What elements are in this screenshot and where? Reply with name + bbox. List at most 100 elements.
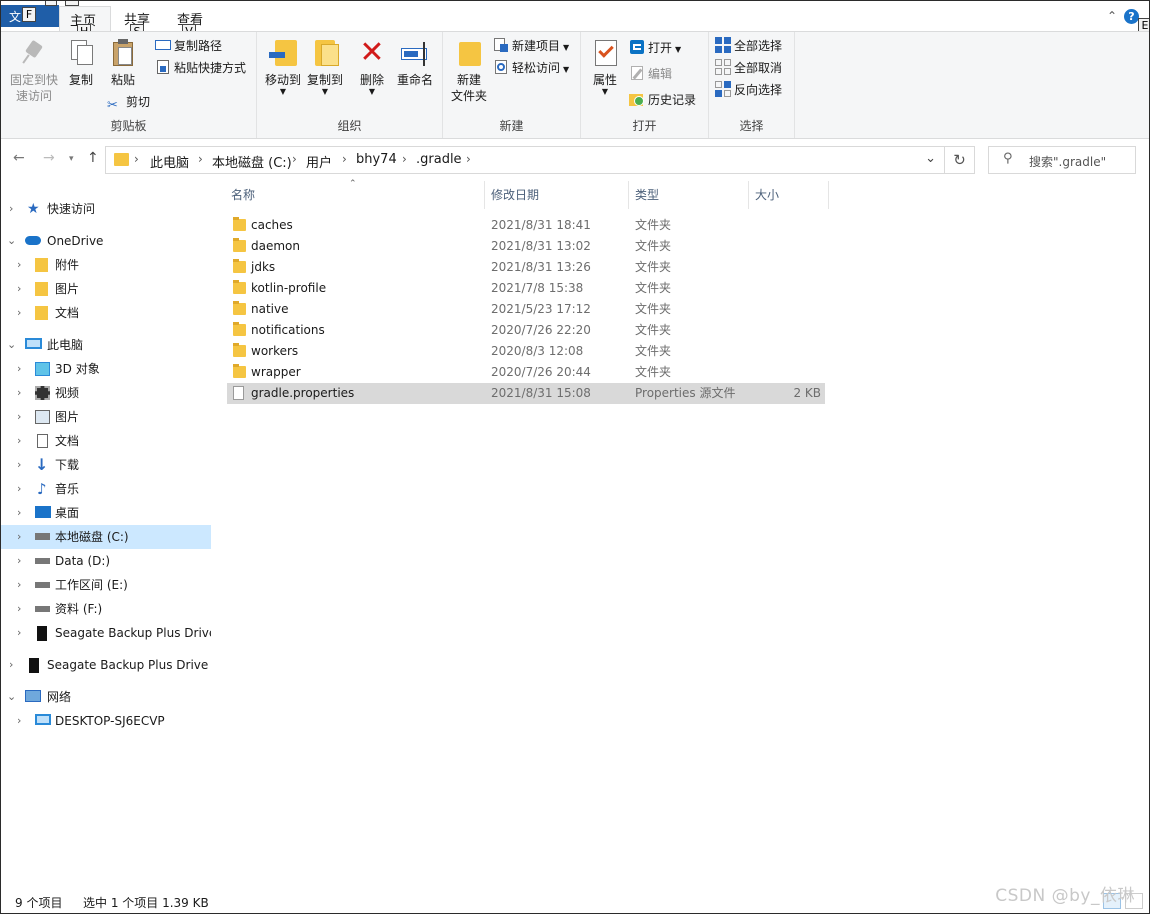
nav-item-od-attachments[interactable]: › 附件 (1, 253, 211, 277)
nav-item-drive-f[interactable]: › 资料 (F:) (1, 597, 211, 621)
select-all-button[interactable]: 全部选择 (715, 36, 782, 56)
expand-chevron-icon[interactable]: › (17, 429, 21, 453)
breadcrumb-users[interactable]: 用户 (306, 152, 332, 171)
select-none-button[interactable]: 全部取消 (715, 58, 782, 78)
refresh-icon[interactable]: ↻ (945, 146, 975, 174)
collapse-chevron-icon[interactable]: ⌄ (7, 685, 16, 709)
expand-chevron-icon[interactable]: › (9, 653, 13, 677)
expand-chevron-icon[interactable]: › (17, 253, 21, 277)
table-row[interactable]: native 2021/5/23 17:12 文件夹 (227, 299, 825, 320)
address-history-dropdown-icon[interactable]: ⌄ (925, 151, 936, 166)
group-label-organize: 组织 (337, 119, 362, 133)
expand-chevron-icon[interactable]: › (17, 477, 21, 501)
table-row-selected[interactable]: gradle.properties 2021/8/31 15:08 Proper… (227, 383, 825, 404)
breadcrumb-chevron-icon[interactable]: › (466, 152, 471, 166)
breadcrumb-chevron-icon[interactable]: › (402, 152, 407, 166)
breadcrumb-user[interactable]: bhy74 (356, 152, 397, 167)
expand-chevron-icon[interactable]: › (17, 405, 21, 429)
breadcrumb-chevron-icon[interactable]: › (198, 152, 203, 166)
cut-button[interactable]: ✂ 剪切 (107, 92, 150, 113)
nav-item-seagate-1[interactable]: › Seagate Backup Plus Drive (1, 621, 211, 645)
invert-selection-button[interactable]: 反向选择 (715, 80, 782, 100)
copy-to-button[interactable]: 复制到 ▼ (303, 38, 347, 96)
nav-item-videos[interactable]: › 视频 (1, 381, 211, 405)
file-date: 2020/7/26 20:44 (491, 365, 591, 379)
column-header-name[interactable]: 名称 (225, 181, 485, 209)
edit-button[interactable]: 编辑 (629, 64, 672, 84)
expand-chevron-icon[interactable]: › (17, 381, 21, 405)
copy-button[interactable]: 复制 (63, 38, 99, 88)
table-row[interactable]: caches 2021/8/31 18:41 文件夹 (227, 215, 825, 236)
breadcrumb-chevron-icon[interactable]: › (292, 152, 297, 166)
nav-item-documents[interactable]: › 文档 (1, 429, 211, 453)
nav-item-onedrive[interactable]: ⌄ OneDrive (1, 229, 211, 253)
search-box[interactable]: ⚲ 搜索".gradle" (988, 146, 1136, 174)
expand-chevron-icon[interactable]: › (17, 709, 21, 733)
pin-quick-access-button[interactable]: 固定到快 速访问 (7, 38, 61, 104)
expand-chevron-icon[interactable]: › (17, 573, 21, 597)
expand-chevron-icon[interactable]: › (17, 301, 21, 325)
expand-chevron-icon[interactable]: › (9, 197, 13, 221)
rename-button[interactable]: 重命名 (393, 38, 437, 88)
nav-item-drive-d[interactable]: › Data (D:) (1, 549, 211, 573)
expand-chevron-icon[interactable]: › (17, 525, 21, 549)
column-header-type[interactable]: 类型 (629, 181, 749, 209)
nav-item-network[interactable]: ⌄ 网络 (1, 685, 211, 709)
table-row[interactable]: wrapper 2020/7/26 20:44 文件夹 (227, 362, 825, 383)
table-row[interactable]: notifications 2020/7/26 22:20 文件夹 (227, 320, 825, 341)
collapse-chevron-icon[interactable]: ⌄ (7, 229, 16, 253)
nav-item-drive-c[interactable]: › 本地磁盘 (C:) (1, 525, 211, 549)
copy-path-button[interactable]: 复制路径 (155, 36, 222, 56)
nav-item-od-documents[interactable]: › 文档 (1, 301, 211, 325)
help-icon[interactable]: ? (1124, 9, 1139, 24)
collapse-ribbon-icon[interactable]: ⌃ (1107, 9, 1117, 23)
expand-chevron-icon[interactable]: › (17, 597, 21, 621)
breadcrumb-drive-c[interactable]: 本地磁盘 (C:) (212, 152, 292, 171)
history-button[interactable]: 历史记录 (629, 90, 696, 110)
nav-item-this-pc[interactable]: ⌄ 此电脑 (1, 333, 211, 357)
paste-button[interactable]: 粘贴 (105, 38, 141, 88)
breadcrumb-chevron-icon[interactable]: › (342, 152, 347, 166)
up-arrow-icon[interactable]: ↑ (87, 150, 99, 166)
back-arrow-icon[interactable]: ← (13, 150, 25, 166)
new-item-button[interactable]: 新建项目 ▼ (493, 36, 569, 56)
properties-button[interactable]: 属性 ▼ (587, 38, 623, 96)
expand-chevron-icon[interactable]: › (17, 501, 21, 525)
column-header-date[interactable]: 修改日期 (485, 181, 629, 209)
folder-icon (233, 364, 246, 378)
delete-button[interactable]: ✕ 删除 ▼ (355, 38, 389, 96)
nav-item-desktop-pc[interactable]: › DESKTOP-SJ6ECVP (1, 709, 211, 733)
nav-item-quick-access[interactable]: › ★ 快速访问 (1, 197, 211, 221)
address-bar[interactable]: › 此电脑 › 本地磁盘 (C:) › 用户 › bhy74 › .gradle… (105, 146, 945, 174)
nav-item-pictures[interactable]: › 图片 (1, 405, 211, 429)
nav-item-drive-e[interactable]: › 工作区间 (E:) (1, 573, 211, 597)
collapse-chevron-icon[interactable]: ⌄ (7, 333, 16, 357)
expand-chevron-icon[interactable]: › (17, 621, 21, 645)
table-row[interactable]: workers 2020/8/3 12:08 文件夹 (227, 341, 825, 362)
breadcrumb-this-pc[interactable]: 此电脑 (150, 152, 189, 171)
forward-arrow-icon[interactable]: → (43, 150, 55, 166)
nav-item-downloads[interactable]: › ↓ 下载 (1, 453, 211, 477)
move-to-button[interactable]: 移动到 ▼ (261, 38, 305, 96)
easy-access-button[interactable]: 轻松访问 ▼ (493, 58, 569, 78)
table-row[interactable]: jdks 2021/8/31 13:26 文件夹 (227, 257, 825, 278)
expand-chevron-icon[interactable]: › (17, 277, 21, 301)
breadcrumb-gradle[interactable]: .gradle (416, 152, 462, 167)
table-row[interactable]: daemon 2021/8/31 13:02 文件夹 (227, 236, 825, 257)
nav-label: Seagate Backup Plus Drive ( (47, 658, 211, 672)
open-button[interactable]: 打开 ▼ (629, 38, 681, 58)
nav-item-3d-objects[interactable]: › 3D 对象 (1, 357, 211, 381)
table-row[interactable]: kotlin-profile 2021/7/8 15:38 文件夹 (227, 278, 825, 299)
expand-chevron-icon[interactable]: › (17, 549, 21, 573)
nav-item-desktop[interactable]: › 桌面 (1, 501, 211, 525)
expand-chevron-icon[interactable]: › (17, 453, 21, 477)
nav-item-seagate-2[interactable]: › Seagate Backup Plus Drive ( (1, 653, 211, 677)
expand-chevron-icon[interactable]: › (17, 357, 21, 381)
paste-shortcut-button[interactable]: 粘贴快捷方式 (155, 58, 246, 78)
new-folder-button[interactable]: 新建 文件夹 (449, 38, 489, 104)
nav-item-od-pictures[interactable]: › 图片 (1, 277, 211, 301)
column-header-size[interactable]: 大小 (749, 181, 829, 209)
recent-locations-chevron-icon[interactable]: ▾ (69, 154, 74, 164)
nav-item-music[interactable]: › ♪ 音乐 (1, 477, 211, 501)
breadcrumb-chevron-icon[interactable]: › (134, 152, 139, 166)
